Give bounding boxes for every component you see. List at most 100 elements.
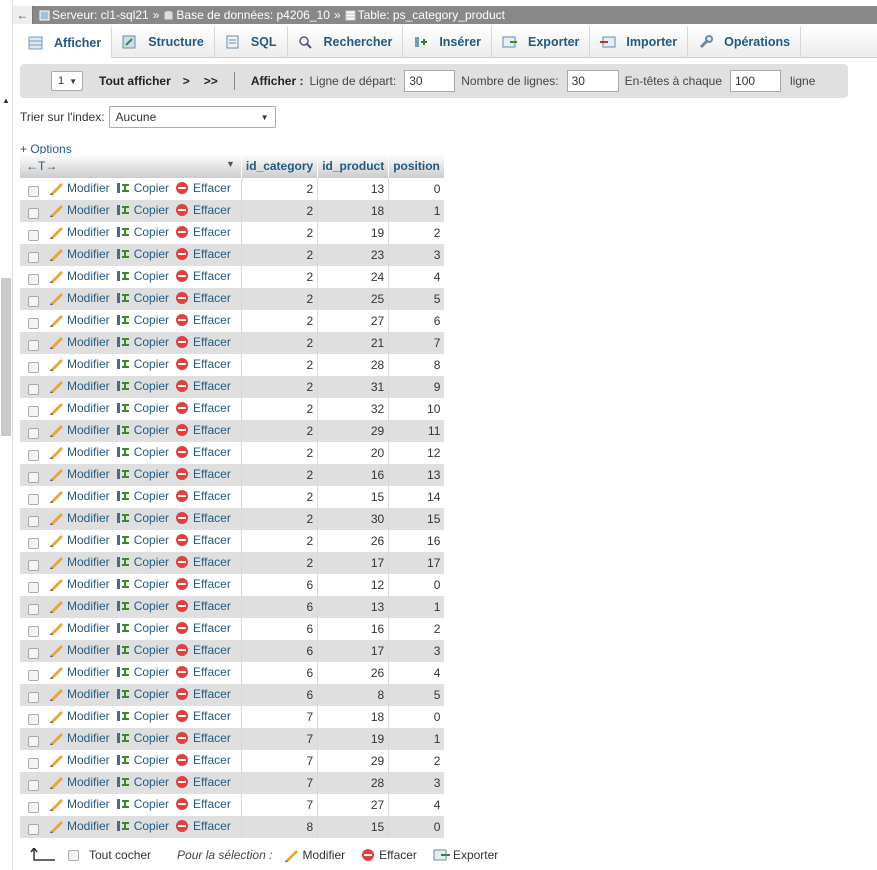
delete-row-button[interactable]: Effacer xyxy=(175,335,231,349)
cell-id-product[interactable]: 16 xyxy=(317,464,389,486)
check-all-label[interactable]: Tout cocher xyxy=(89,848,151,862)
cell-position[interactable]: 3 xyxy=(388,640,445,662)
edit-row-button[interactable]: Modifier xyxy=(49,247,110,261)
copy-row-button[interactable]: Copier xyxy=(116,335,169,349)
last-page-button[interactable]: >> xyxy=(204,74,218,88)
cell-id-product[interactable]: 31 xyxy=(317,376,389,398)
copy-row-button[interactable]: Copier xyxy=(116,445,169,459)
cell-position[interactable]: 5 xyxy=(388,288,445,310)
edit-row-button[interactable]: Modifier xyxy=(49,467,110,481)
cell-position[interactable]: 8 xyxy=(388,354,445,376)
cell-position[interactable]: 17 xyxy=(388,552,445,574)
sort-index-select[interactable]: Aucune ▼ xyxy=(108,106,276,128)
delete-row-button[interactable]: Effacer xyxy=(175,313,231,327)
cell-position[interactable]: 0 xyxy=(388,816,445,838)
copy-row-button[interactable]: Copier xyxy=(116,555,169,569)
headers-every-input[interactable]: 100 xyxy=(730,70,782,92)
edit-row-button[interactable]: Modifier xyxy=(49,203,110,217)
cell-id-category[interactable]: 2 xyxy=(240,552,318,574)
cell-id-category[interactable]: 6 xyxy=(240,662,318,684)
delete-row-button[interactable]: Effacer xyxy=(175,599,231,613)
breadcrumb-database[interactable]: Base de données: p4206_10 xyxy=(163,8,330,22)
row-checkbox[interactable] xyxy=(28,757,39,769)
edit-row-button[interactable]: Modifier xyxy=(49,489,110,503)
tab-exporter[interactable]: Exporter xyxy=(492,26,591,58)
edit-row-button[interactable]: Modifier xyxy=(49,225,110,239)
chevron-down-icon[interactable]: ▼ xyxy=(226,159,235,169)
row-checkbox[interactable] xyxy=(28,471,39,483)
edit-row-button[interactable]: Modifier xyxy=(49,401,110,415)
copy-row-button[interactable]: Copier xyxy=(116,665,169,679)
cell-id-category[interactable]: 2 xyxy=(240,420,318,442)
delete-row-button[interactable]: Effacer xyxy=(175,467,231,481)
cell-id-category[interactable]: 2 xyxy=(240,464,318,486)
delete-row-button[interactable]: Effacer xyxy=(175,555,231,569)
cell-id-product[interactable]: 28 xyxy=(317,772,389,794)
cell-id-product[interactable]: 17 xyxy=(317,640,389,662)
cell-id-category[interactable]: 6 xyxy=(240,640,318,662)
cell-id-product[interactable]: 19 xyxy=(317,222,389,244)
cell-id-product[interactable]: 30 xyxy=(317,508,389,530)
cell-position[interactable]: 14 xyxy=(388,486,445,508)
cell-id-product[interactable]: 26 xyxy=(317,662,389,684)
delete-row-button[interactable]: Effacer xyxy=(175,401,231,415)
column-header-id-product[interactable]: id_product xyxy=(317,154,390,178)
cell-id-product[interactable]: 24 xyxy=(317,266,389,288)
check-all-checkbox[interactable] xyxy=(68,849,79,861)
edit-row-button[interactable]: Modifier xyxy=(49,643,110,657)
delete-row-button[interactable]: Effacer xyxy=(175,247,231,261)
back-arrow-icon[interactable]: ← xyxy=(13,6,33,24)
row-checkbox[interactable] xyxy=(28,669,39,681)
cell-position[interactable]: 10 xyxy=(388,398,445,420)
delete-row-button[interactable]: Effacer xyxy=(175,577,231,591)
delete-row-button[interactable]: Effacer xyxy=(175,269,231,283)
cell-id-category[interactable]: 2 xyxy=(240,244,318,266)
tab-structure[interactable]: Structure xyxy=(112,26,215,58)
copy-row-button[interactable]: Copier xyxy=(116,511,169,525)
cell-id-category[interactable]: 6 xyxy=(240,618,318,640)
cell-position[interactable]: 13 xyxy=(388,464,445,486)
copy-row-button[interactable]: Copier xyxy=(116,819,169,833)
copy-row-button[interactable]: Copier xyxy=(116,401,169,415)
cell-id-product[interactable]: 13 xyxy=(317,178,389,200)
row-checkbox[interactable] xyxy=(28,361,39,373)
cell-id-category[interactable]: 2 xyxy=(240,200,318,222)
edit-row-button[interactable]: Modifier xyxy=(49,577,110,591)
cell-id-category[interactable]: 2 xyxy=(240,530,318,552)
edit-row-button[interactable]: Modifier xyxy=(49,599,110,613)
show-all-button[interactable]: Tout afficher xyxy=(99,74,171,88)
copy-row-button[interactable]: Copier xyxy=(116,313,169,327)
row-checkbox[interactable] xyxy=(28,339,39,351)
cell-id-category[interactable]: 2 xyxy=(240,376,318,398)
row-checkbox[interactable] xyxy=(28,691,39,703)
cell-position[interactable]: 2 xyxy=(388,222,445,244)
cell-id-product[interactable]: 16 xyxy=(317,618,389,640)
cell-id-product[interactable]: 8 xyxy=(317,684,389,706)
cell-id-product[interactable]: 18 xyxy=(317,706,389,728)
cell-position[interactable]: 0 xyxy=(388,574,445,596)
row-checkbox[interactable] xyxy=(28,207,39,219)
column-arrows[interactable]: ←T→ xyxy=(26,159,57,173)
scrollbar-thumb[interactable] xyxy=(1,278,11,436)
bulk-export-button[interactable]: Exporter xyxy=(433,848,498,862)
cell-position[interactable]: 15 xyxy=(388,508,445,530)
cell-id-category[interactable]: 2 xyxy=(240,288,318,310)
cell-id-category[interactable]: 2 xyxy=(240,222,318,244)
tab-sql[interactable]: SQL xyxy=(215,26,288,58)
cell-position[interactable]: 6 xyxy=(388,310,445,332)
cell-id-product[interactable]: 29 xyxy=(317,420,389,442)
cell-id-category[interactable]: 8 xyxy=(240,816,318,838)
edit-row-button[interactable]: Modifier xyxy=(49,819,110,833)
row-checkbox[interactable] xyxy=(28,229,39,241)
copy-row-button[interactable]: Copier xyxy=(116,599,169,613)
cell-id-product[interactable]: 18 xyxy=(317,200,389,222)
cell-id-category[interactable]: 2 xyxy=(240,266,318,288)
copy-row-button[interactable]: Copier xyxy=(116,753,169,767)
row-checkbox[interactable] xyxy=(28,647,39,659)
row-checkbox[interactable] xyxy=(28,625,39,637)
delete-row-button[interactable]: Effacer xyxy=(175,665,231,679)
cell-id-category[interactable]: 6 xyxy=(240,684,318,706)
cell-id-product[interactable]: 17 xyxy=(317,552,389,574)
cell-id-product[interactable]: 15 xyxy=(317,486,389,508)
cell-id-product[interactable]: 25 xyxy=(317,288,389,310)
